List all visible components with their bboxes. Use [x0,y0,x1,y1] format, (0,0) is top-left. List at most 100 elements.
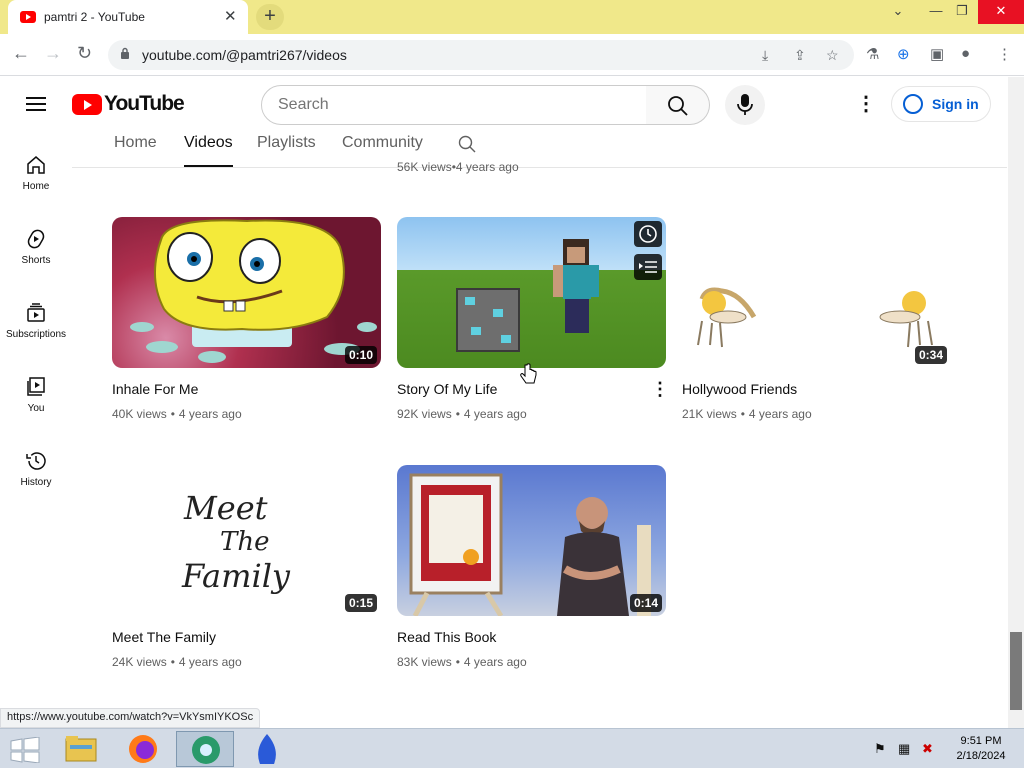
video-title[interactable]: Meet The Family [112,629,216,645]
new-tab-button[interactable]: + [256,4,284,30]
minecraft-scene-image [456,239,599,352]
taskbar-app[interactable] [238,731,296,767]
install-app-icon[interactable]: ⤓ [762,47,768,64]
search-icon [668,96,688,116]
window-close-button[interactable]: ✕ [978,0,1024,24]
taskbar-file-explorer[interactable] [52,731,110,767]
view-count: 24K views [112,655,167,669]
sidebar-item-history[interactable]: History [0,451,72,525]
address-bar[interactable]: youtube.com/@pamtri267/videos ⤓ ⇪ ☆ [108,40,854,70]
page-scrollbar-track[interactable] [1008,77,1024,728]
video-thumbnail[interactable]: Meet The Family 0:15 [112,465,381,616]
video-card[interactable]: Meet The Family 0:15 Meet The Family 24K… [112,465,381,695]
maximize-button[interactable]: ❐ [946,0,978,24]
tab-close-icon[interactable]: ✕ [224,7,237,25]
video-thumbnail[interactable]: 0:10 [112,217,381,368]
video-meta: 56K views•4 years ago [397,160,519,174]
video-title[interactable]: Read This Book [397,629,496,645]
tab-home[interactable]: Home [114,134,157,167]
youtube-masthead: YouTube ⋮ Sign in [0,77,1024,133]
view-count: 21K views [682,407,737,421]
hand-cursor-icon [520,363,537,384]
profile-avatar-icon[interactable]: ● [961,45,970,62]
video-thumbnail[interactable]: 0:14 [397,465,666,616]
sidebar-item-you[interactable]: You [0,377,72,451]
sidebar-item-home[interactable]: Home [0,155,72,229]
lock-icon [121,47,129,59]
settings-more-icon[interactable]: ⋮ [856,94,876,116]
url-text: youtube.com/@pamtri267/videos [142,47,347,63]
sidebar-item-shorts[interactable]: Shorts [0,229,72,303]
video-meta: 92K views • 4 years ago [397,407,527,421]
voice-search-button[interactable] [725,85,765,125]
browser-menu-icon[interactable]: ⋮ [997,45,1012,63]
clock-icon [639,225,657,243]
chrome-like-icon [192,736,220,764]
tab-search-chevron-icon[interactable]: ⌄ [882,0,914,24]
sidebar-item-label: Subscriptions [5,329,67,340]
tab-videos[interactable]: Videos [184,134,233,167]
taskbar-clock[interactable]: 9:51 PM 2/18/2024 [948,734,1014,764]
extensions-flask-icon[interactable]: ⚗ [866,45,879,63]
history-icon [26,452,46,470]
hamburger-menu-icon[interactable] [26,97,46,111]
channel-search-icon[interactable] [458,135,476,153]
easel-man-image [409,473,651,616]
search-button[interactable] [646,85,710,125]
video-title[interactable]: Hollywood Friends [682,381,797,397]
video-meta: 40K views • 4 years ago [112,407,242,421]
sidebar-item-subscriptions[interactable]: Subscriptions [0,303,72,377]
video-thumbnail[interactable] [397,217,666,368]
youtube-favicon-icon [20,11,36,23]
action-center-flag-icon[interactable]: ⚑ [874,741,886,757]
sign-in-button[interactable]: Sign in [891,86,991,122]
search-input[interactable] [261,85,647,125]
browser-tab[interactable]: pamtri 2 - YouTube ✕ [8,0,248,34]
sidebar-item-label: Shorts [21,255,51,266]
handwritten-thumbnail-text: Meet The Family [182,489,290,595]
forward-arrow-icon[interactable]: → [44,43,62,64]
volume-muted-icon[interactable]: ✖ [922,741,933,757]
shorts-icon [27,229,45,249]
channel-tabs: Home Videos Playlists Community [72,133,1007,168]
clock-time: 9:51 PM [960,735,1002,747]
video-duration: 0:34 [914,346,947,364]
browser-tabstrip: pamtri 2 - YouTube ✕ + ⌄ — ❐ ✕ [0,0,1024,34]
share-icon[interactable]: ⇪ [794,47,806,64]
video-card[interactable]: Story Of My Life ⋮ 92K views • 4 years ago [397,217,669,447]
thumb-text-line: The [220,527,270,557]
sidebar-item-label: History [20,477,52,488]
side-panel-icon[interactable]: ▣ [930,45,944,63]
library-icon [27,377,45,396]
add-to-queue-button[interactable] [634,254,662,280]
watch-later-button[interactable] [634,221,662,247]
video-action-menu-icon[interactable]: ⋮ [651,380,669,401]
video-thumbnail[interactable]: 0:34 [682,217,951,368]
reload-icon[interactable]: ↻ [77,43,92,64]
subscriptions-icon [27,303,45,322]
video-card[interactable]: 0:34 Hollywood Friends 21K views • 4 years… [682,217,951,447]
browser-toolbar: ← → ↻ youtube.com/@pamtri267/videos ⤓ ⇪ … [0,34,1024,76]
taskbar-active-app[interactable] [176,731,234,767]
account-circle-icon [903,94,923,114]
view-count: 40K views [112,407,167,421]
video-meta: 83K views • 4 years ago [397,655,527,669]
video-title[interactable]: Inhale For Me [112,381,198,397]
youtube-play-icon [72,94,102,115]
page-scrollbar-thumb[interactable] [1010,632,1022,710]
view-count: 56K views [397,160,452,174]
back-arrow-icon[interactable]: ← [12,43,30,64]
folder-icon [65,736,97,762]
video-card[interactable]: 0:10 Inhale For Me 40K views • 4 years ago [112,217,381,447]
tab-playlists[interactable]: Playlists [257,134,316,167]
video-card[interactable]: 0:14 Read This Book 83K views • 4 years ag… [397,465,666,695]
network-icon[interactable]: ▦ [898,741,910,757]
video-title[interactable]: Story Of My Life [397,381,497,397]
bookmark-star-icon[interactable]: ☆ [826,47,839,64]
video-meta: 24K views • 4 years ago [112,655,242,669]
windows-start-icon[interactable] [10,737,40,763]
blue-feather-icon [258,734,276,764]
taskbar-firefox[interactable] [114,731,172,767]
tab-title: pamtri 2 - YouTube [44,10,145,24]
downloads-icon[interactable]: ⊕ [897,45,910,63]
